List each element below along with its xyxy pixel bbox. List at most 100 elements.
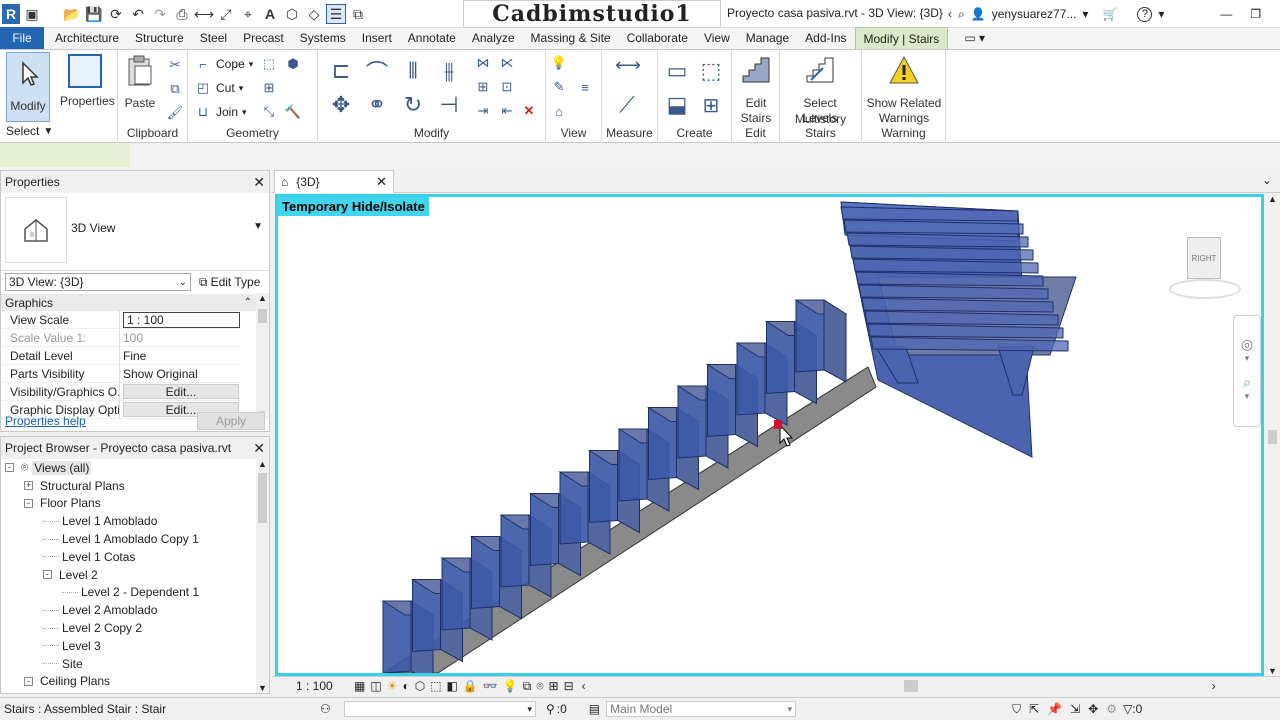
- split-icon[interactable]: ⋈: [474, 54, 492, 72]
- user-icon[interactable]: 👤: [971, 7, 986, 21]
- user-name[interactable]: yenysuarez77...: [992, 7, 1077, 21]
- copy-clipboard-icon[interactable]: ⧉: [166, 80, 184, 98]
- scroll-thumb[interactable]: [258, 473, 267, 523]
- delete-icon[interactable]: ✕: [520, 102, 538, 120]
- network-icon[interactable]: ⚇: [320, 702, 342, 716]
- browser-tree-item[interactable]: Level 2 Amoblado: [1, 601, 254, 619]
- browser-tree-item[interactable]: Site: [1, 655, 254, 673]
- match-type-icon[interactable]: 🖌: [166, 104, 184, 122]
- tab-architecture[interactable]: Architecture: [47, 27, 127, 49]
- background-process-icon[interactable]: ⚙: [1106, 702, 1117, 716]
- chevron-left-icon[interactable]: ‹: [948, 7, 952, 21]
- crop-icon[interactable]: ⬚: [430, 679, 441, 693]
- create-parts-icon[interactable]: ⬚: [696, 56, 726, 86]
- edit-type-button[interactable]: ⧉ Edit Type: [199, 275, 260, 290]
- browser-tree-item[interactable]: - Level 2: [1, 566, 254, 584]
- chevron-left-icon[interactable]: ‹: [582, 679, 586, 693]
- stair-model[interactable]: [278, 197, 1261, 673]
- scroll-thumb[interactable]: [903, 680, 918, 692]
- graphics-group-header[interactable]: Graphics ⌃: [1, 294, 256, 311]
- properties-scrollbar[interactable]: ▲ ▼: [256, 293, 269, 419]
- highlight-icon[interactable]: ⊟: [564, 679, 574, 693]
- workset-dropdown[interactable]: ▾: [344, 701, 536, 717]
- select-underlay-icon[interactable]: ⇱: [1029, 702, 1039, 716]
- minimize-icon[interactable]: —: [1220, 7, 1232, 21]
- print-icon[interactable]: ⎙: [172, 4, 192, 24]
- browser-tree-item[interactable]: + Structural Plans: [1, 477, 254, 495]
- browser-scrollbar[interactable]: ▲ ▼: [256, 459, 269, 693]
- design-options-icon[interactable]: ▤: [589, 702, 600, 716]
- close-icon[interactable]: ✕: [376, 174, 387, 190]
- linework-icon[interactable]: ≡: [576, 78, 594, 96]
- drag-elements-icon[interactable]: ✥: [1088, 702, 1098, 716]
- switch-windows-icon[interactable]: ⧉: [348, 4, 368, 24]
- tab-massing-site[interactable]: Massing & Site: [523, 27, 619, 49]
- close-icon[interactable]: ✕: [253, 174, 265, 191]
- chevron-down-icon[interactable]: ▾: [1158, 7, 1164, 21]
- cut-button[interactable]: ◰ Cut ▾: [194, 79, 243, 97]
- mirror-axis-icon[interactable]: ⫴: [398, 56, 428, 86]
- text-icon[interactable]: A: [260, 4, 280, 24]
- thin-lines-icon[interactable]: ☰: [326, 4, 346, 24]
- steering-wheel-icon[interactable]: ◎: [1234, 336, 1260, 353]
- lock-view-icon[interactable]: 🔒: [463, 679, 478, 693]
- tab-precast[interactable]: Precast: [235, 27, 292, 49]
- drawing-canvas[interactable]: Temporary Hide/Isolate RIGHT ◎ ▾ ⌕ ▾: [275, 194, 1264, 676]
- tab-systems[interactable]: Systems: [292, 27, 354, 49]
- move-icon[interactable]: ✥: [326, 90, 356, 120]
- hammer-icon[interactable]: 🔨: [284, 103, 302, 121]
- property-row[interactable]: View Scale 1 : 100: [1, 311, 256, 329]
- show-warnings-button[interactable]: Show Related Warnings: [866, 54, 942, 126]
- tab-insert[interactable]: Insert: [354, 27, 400, 49]
- shadows-icon[interactable]: ◐: [402, 679, 409, 693]
- modify-button[interactable]: Modify: [6, 52, 50, 122]
- hide-icon[interactable]: 💡: [550, 54, 568, 72]
- viewcube-face-right[interactable]: RIGHT: [1187, 237, 1221, 279]
- join-button[interactable]: ⊔ Join ▾: [194, 103, 247, 121]
- help-icon[interactable]: ?: [1137, 6, 1153, 22]
- browser-tree-item[interactable]: Level 2 Copy 2: [1, 619, 254, 637]
- collapse-icon[interactable]: -: [43, 570, 52, 580]
- paint-brush-icon[interactable]: ⌂: [550, 102, 568, 120]
- collapse-icon[interactable]: -: [24, 498, 33, 508]
- property-row[interactable]: Parts Visibility Show Original: [1, 365, 256, 383]
- chevron-down-icon[interactable]: ▼: [253, 221, 263, 232]
- binoculars-icon[interactable]: ⌕: [958, 7, 965, 22]
- demolish-icon[interactable]: ⤡: [260, 103, 278, 121]
- browser-tree-item[interactable]: Level 2 - Dependent 1: [1, 584, 254, 602]
- constraints-icon[interactable]: ⌾: [536, 679, 543, 694]
- stair-run[interactable]: [381, 299, 877, 673]
- undo-icon[interactable]: ↶: [128, 4, 148, 24]
- view-scale-input[interactable]: 1 : 100: [123, 311, 240, 328]
- property-row[interactable]: Visibility/Graphics O... Edit...: [1, 383, 256, 401]
- render-icon[interactable]: ⬡: [415, 679, 425, 693]
- tab-view[interactable]: View: [696, 27, 738, 49]
- analytical-icon[interactable]: ⊞: [549, 679, 559, 693]
- tab-manage[interactable]: Manage: [738, 27, 797, 49]
- tab-collaborate[interactable]: Collaborate: [619, 27, 696, 49]
- override-icon[interactable]: ✎: [550, 78, 568, 96]
- dimension-icon[interactable]: ⤢: [216, 4, 236, 24]
- home-icon[interactable]: ▣: [22, 4, 42, 24]
- worksharing-icon[interactable]: ⧉: [523, 679, 532, 694]
- open-icon[interactable]: 📂: [62, 4, 82, 24]
- browser-tree-item[interactable]: - Ceiling Plans: [1, 673, 254, 691]
- offset-icon[interactable]: ⌒: [362, 56, 392, 86]
- restore-icon[interactable]: ❐: [1250, 7, 1261, 21]
- scale-icon[interactable]: ⊡: [498, 78, 516, 96]
- save-icon[interactable]: 💾: [84, 4, 104, 24]
- array-icon[interactable]: ⊞: [474, 78, 492, 96]
- sync-icon[interactable]: ⟳: [106, 4, 126, 24]
- paint-icon[interactable]: ⬢: [284, 55, 302, 73]
- measure-icon[interactable]: ⟷: [194, 4, 214, 24]
- detail-level-icon[interactable]: ▦: [354, 679, 365, 693]
- cope-button[interactable]: ⌐ Cope ▾: [194, 55, 253, 73]
- measure-distance-icon[interactable]: ⟷: [610, 55, 646, 75]
- tab-structure[interactable]: Structure: [127, 27, 192, 49]
- filter-icon[interactable]: ▽: [1123, 702, 1132, 716]
- type-selector[interactable]: 3D View ▼: [1, 193, 269, 271]
- copy-icon[interactable]: ⚭: [362, 90, 392, 120]
- pin-icon[interactable]: ⇥: [474, 102, 492, 120]
- reveal-hidden-icon[interactable]: 💡: [503, 679, 518, 693]
- redo-icon[interactable]: ↷: [150, 4, 170, 24]
